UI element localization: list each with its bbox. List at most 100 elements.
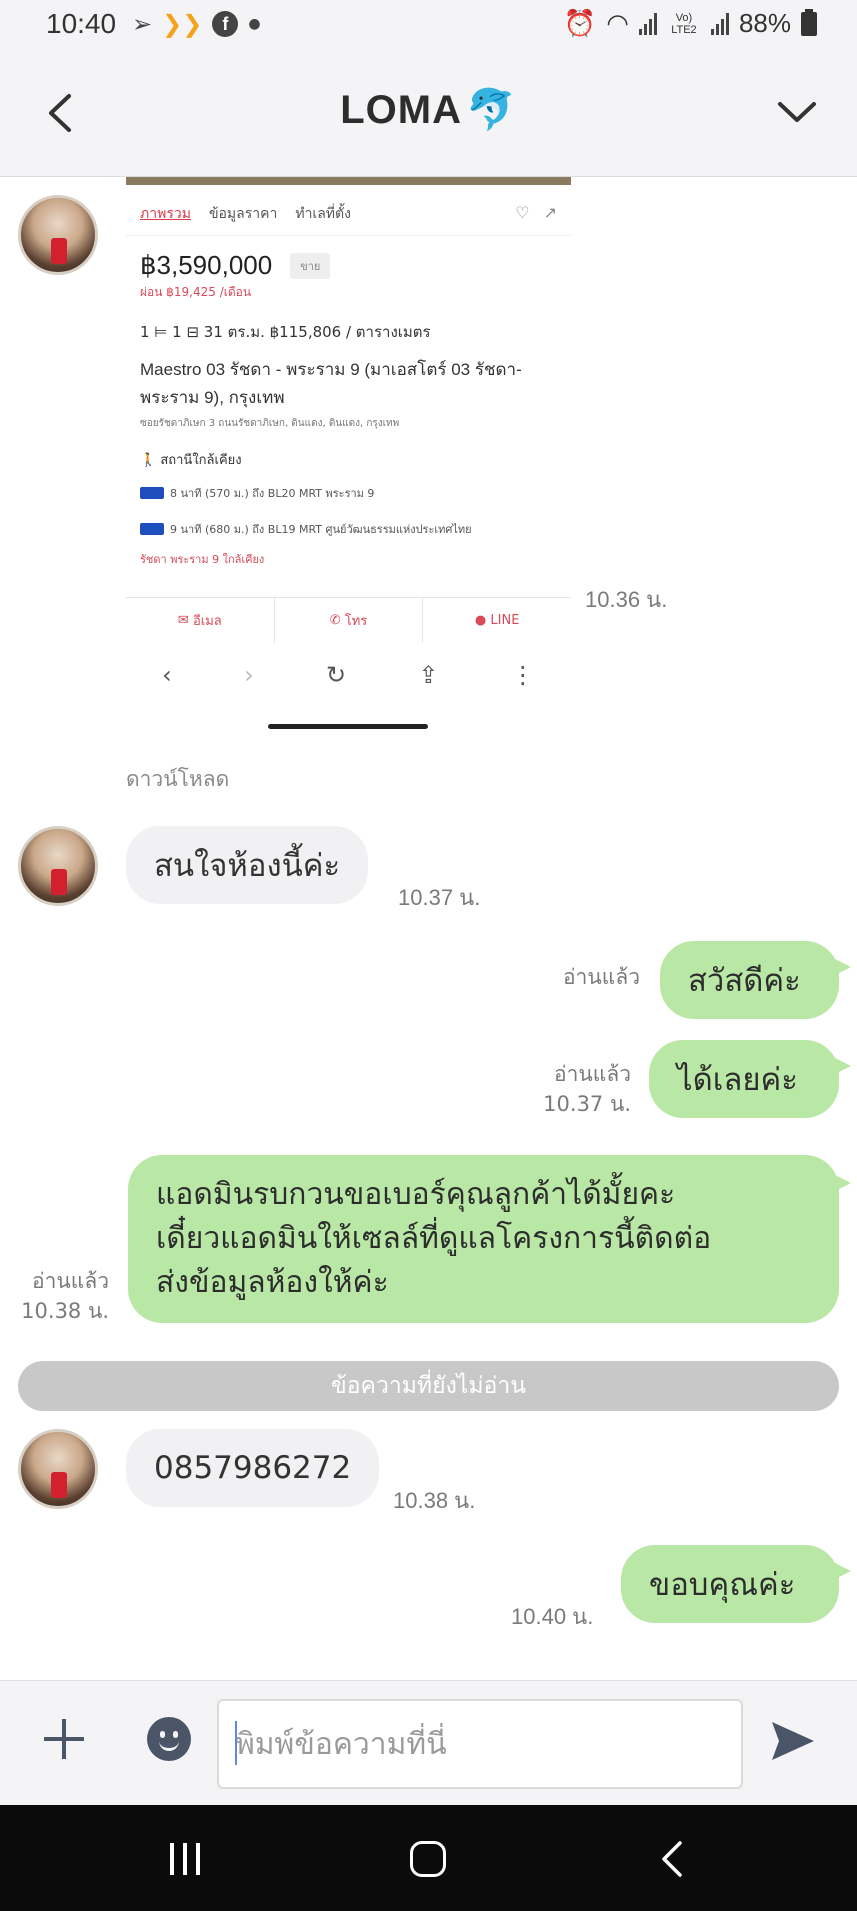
plus-icon[interactable] <box>42 1717 86 1761</box>
message-input-bar <box>0 1680 857 1805</box>
station-row: 9 นาที (680 ม.) ถึง BL19 MRT ศูนย์วัฒนธร… <box>126 506 571 542</box>
chat-area[interactable]: ภาพรวม ข้อมูลราคา ทำเลที่ตั้ง ♡ ↗ ฿3,590… <box>0 177 857 1680</box>
download-link[interactable]: ดาวน์โหลด <box>126 763 229 796</box>
home-icon[interactable] <box>410 1841 446 1877</box>
navigation-icon: ➢ <box>132 10 153 38</box>
listing-address: ซอยรัชดาภิเษก 3 ถนนรัชดาภิเษก, ดินแดง, ด… <box>140 418 400 429</box>
menu-toggle-button[interactable] <box>773 92 821 132</box>
station-text: 9 นาที (680 ม.) ถึง BL19 MRT ศูนย์วัฒนธร… <box>170 523 472 536</box>
share-icon: ↗ <box>543 203 557 222</box>
train-icon <box>140 487 164 499</box>
battery-percent: 88% <box>738 8 791 38</box>
listing-action-label: อีเมล <box>192 614 222 629</box>
listing-action-email: ✉ อีเมล <box>126 598 275 643</box>
orange-app-icon: ❯❯ <box>162 10 203 38</box>
incoming-message[interactable]: สนใจห้องนี้ค่ะ <box>126 826 369 904</box>
listing-tab: ข้อมูลราคา <box>208 206 278 222</box>
network-label: Vo) LTE2 <box>671 11 697 36</box>
read-receipt: อ่านแล้ว <box>563 965 640 989</box>
chat-title-text: LOMA <box>340 88 462 132</box>
wifi-icon: ◠ <box>606 8 629 38</box>
message-input[interactable] <box>217 1699 743 1789</box>
listing-price: ฿3,590,000 <box>140 250 273 280</box>
contact-avatar[interactable] <box>18 195 98 275</box>
phone-icon: ✆ <box>329 613 345 628</box>
read-receipt-label: อ่านแล้ว <box>32 1269 109 1293</box>
nearby-title: 🚶 สถานีใกล้เคียง <box>126 435 571 474</box>
emoji-icon[interactable] <box>147 1717 191 1761</box>
message-time: 10.38 น. <box>393 1488 476 1513</box>
image-top-strip <box>126 177 571 185</box>
recents-icon[interactable] <box>170 1843 200 1875</box>
browser-toolbar: ‹ › ↻ ⇪ ⋮ <box>126 652 571 698</box>
battery-icon <box>801 8 817 36</box>
listing-action-label: LINE <box>490 613 520 628</box>
facebook-icon: f <box>212 11 239 37</box>
train-icon <box>140 523 164 535</box>
system-nav-bar <box>0 1805 857 1911</box>
message-time: 10.36 น. <box>585 587 668 612</box>
chevron-down-icon <box>778 102 816 122</box>
status-time: 10:40 <box>46 8 117 39</box>
message-time: 10.40 น. <box>511 1604 594 1629</box>
read-receipt-label: อ่านแล้ว <box>554 1062 631 1086</box>
more-vertical-icon: ⋮ <box>510 661 535 689</box>
alarm-icon: ⏰ <box>563 8 597 38</box>
dolphin-icon: 🐬 <box>465 88 517 132</box>
listing-monthly: ผ่อน ฿19,425 /เดือน <box>140 285 252 299</box>
listing-price-tag: ขาย <box>290 252 331 279</box>
outgoing-message[interactable]: ได้เลยค่ะ <box>649 1040 851 1118</box>
walk-icon: 🚶 <box>140 453 157 468</box>
message-line: แอดมินรบกวนขอเบอร์คุณลูกค้าได้มั้ยคะ <box>156 1177 676 1212</box>
listing-name: Maestro 03 รัชดา - พระราม 9 (มาเอสโตร์ 0… <box>140 360 522 407</box>
listing-tab-icons: ♡ ↗ <box>515 203 557 222</box>
send-icon <box>772 1722 814 1760</box>
signal-icon <box>710 12 729 35</box>
nearby-title-text: สถานีใกล้เคียง <box>160 453 242 468</box>
listing-price-row: ฿3,590,000 ขาย <box>126 236 571 283</box>
back-icon[interactable] <box>656 1839 686 1879</box>
listing-specs: 1 ⊨ 1 ⊟ 31 ตร.ม. ฿115,806 / ตารางเมตร <box>140 323 431 341</box>
read-receipt: อ่านแล้ว 10.38 น. <box>21 1266 109 1326</box>
mail-icon: ✉ <box>177 613 193 628</box>
outgoing-message[interactable]: แอดมินรบกวนขอเบอร์คุณลูกค้าได้มั้ยคะ เดี… <box>128 1155 851 1323</box>
contact-avatar[interactable] <box>18 826 98 906</box>
dot-icon: ● <box>248 16 261 32</box>
contact-avatar[interactable] <box>18 1429 98 1509</box>
emoji-eye <box>160 1731 165 1738</box>
listing-actions: ✉ อีเมล ✆ โทร ● LINE <box>126 597 571 643</box>
outgoing-message[interactable]: สวัสดีค่ะ <box>660 941 851 1019</box>
upload-icon: ⇪ <box>418 661 439 689</box>
listing-action-line: ● LINE <box>423 598 571 643</box>
notification-icons: ➢ ❯❯ f ● <box>132 10 261 38</box>
chat-title[interactable]: LOMA 🐬 <box>0 86 857 133</box>
message-time: 10.38 น. <box>21 1299 109 1323</box>
line-icon: ● <box>474 613 491 628</box>
heart-icon: ♡ <box>515 203 530 222</box>
outgoing-message[interactable]: ขอบคุณค่ะ <box>621 1545 851 1623</box>
browser-back-icon: ‹ <box>162 661 172 689</box>
reload-icon: ↻ <box>326 661 347 689</box>
unread-divider: ข้อความที่ยังไม่อ่าน <box>18 1361 839 1411</box>
browser-forward-icon: › <box>244 661 254 689</box>
status-bar: 10:40 ➢ ❯❯ f ● ⏰ ◠ Vo) LTE2 88% <box>0 0 857 52</box>
station-row: 8 นาที (570 ม.) ถึง BL20 MRT พระราม 9 <box>126 474 571 506</box>
emoji-eye <box>173 1731 178 1738</box>
system-status: ⏰ ◠ Vo) LTE2 88% <box>564 8 817 39</box>
message-line: ส่งข้อมูลห้องให้ค่ะ <box>156 1265 389 1300</box>
gesture-bar <box>268 724 428 729</box>
message-time: 10.37 น. <box>398 885 481 910</box>
emoji-smile <box>159 1741 179 1751</box>
text-cursor <box>235 1721 237 1765</box>
listing-tabs: ภาพรวม ข้อมูลราคา ทำเลที่ตั้ง ♡ ↗ <box>126 185 571 236</box>
message-line: เดี๋ยวแอดมินให้เซลล์ที่ดูแลโครงการนี้ติด… <box>156 1221 712 1256</box>
chat-header: LOMA 🐬 <box>0 52 857 177</box>
signal-icon <box>638 12 657 35</box>
shared-image-message[interactable]: ภาพรวม ข้อมูลราคา ทำเลที่ตั้ง ♡ ↗ ฿3,590… <box>126 177 571 732</box>
listing-action-label: โทร <box>344 614 368 629</box>
send-button[interactable] <box>770 1719 816 1763</box>
listing-action-call: ✆ โทร <box>275 598 424 643</box>
incoming-message[interactable]: 0857986272 <box>126 1429 380 1507</box>
read-receipt: อ่านแล้ว 10.37 น. <box>543 1059 631 1119</box>
listing-tab: ทำเลที่ตั้ง <box>295 206 351 222</box>
